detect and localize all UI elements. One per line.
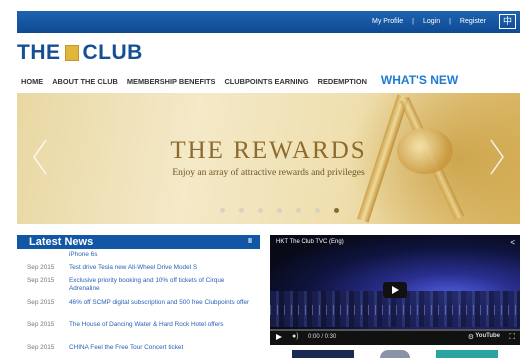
carousel-dot[interactable] <box>315 208 320 213</box>
news-date: Sep 2015 <box>27 299 55 306</box>
login-link[interactable]: Login <box>423 18 440 25</box>
nav-item-home[interactable]: HOME <box>21 77 43 86</box>
link-separator: | <box>449 18 451 25</box>
news-title-link[interactable]: Exclusive priority booking and 10% off t… <box>69 277 255 293</box>
news-title-link[interactable]: 46% off SCMP digital subscription and 50… <box>69 299 255 307</box>
news-date: Sep 2015 <box>27 321 55 328</box>
promo-thumbnail[interactable] <box>436 350 498 358</box>
chevron-left-icon[interactable] <box>31 138 49 176</box>
play-icon[interactable] <box>276 334 282 340</box>
news-item[interactable]: iPhone 6s <box>17 251 260 259</box>
my-profile-link[interactable]: My Profile <box>372 18 403 25</box>
youtube-logo[interactable]: YouTube <box>475 333 500 339</box>
banner-subtitle: Enjoy an array of attractive rewards and… <box>172 168 365 178</box>
carousel-dot[interactable] <box>296 208 301 213</box>
news-title-link[interactable]: iPhone 6s <box>69 251 255 259</box>
nav-item-membership-benefits[interactable]: MEMBERSHIP BENEFITS <box>127 77 216 86</box>
news-item[interactable]: Sep 2015 Test drive Tesla new All-Wheel … <box>17 264 260 272</box>
video-controls-bar: ●) 0:00 / 0:30 ⚙ YouTube ⛶ <box>270 329 520 345</box>
latest-news-header: Latest News II <box>17 235 260 249</box>
latest-news-panel: Latest News II iPhone 6s Sep 2015 Test d… <box>17 235 260 358</box>
news-title-link[interactable]: CHINA Feel the Free Tour Concert ticket <box>69 344 255 352</box>
logo-gold-box-icon <box>64 45 79 61</box>
play-button[interactable] <box>383 282 407 298</box>
register-link[interactable]: Register <box>460 18 486 25</box>
nav-item-about-the-club[interactable]: ABOUT THE CLUB <box>52 77 118 86</box>
news-date: Sep 2015 <box>27 264 55 271</box>
hero-banner[interactable]: THE REWARDS Enjoy an array of attractive… <box>17 93 520 224</box>
video-progress-bar[interactable] <box>270 329 520 331</box>
pause-icon[interactable]: II <box>248 238 252 245</box>
fullscreen-icon[interactable]: ⛶ <box>509 332 515 342</box>
nav-item-clubpoints-earning[interactable]: CLUBPOINTS EARNING <box>224 77 308 86</box>
logo-text-the: THE <box>17 41 61 64</box>
link-separator: | <box>412 18 414 25</box>
nav-item-redemption[interactable]: REDEMPTION <box>318 77 367 86</box>
promo-thumbnail[interactable] <box>380 350 410 358</box>
carousel-dot[interactable] <box>258 208 263 213</box>
news-title-link[interactable]: Test drive Tesla new All-Wheel Drive Mod… <box>69 264 255 272</box>
site-logo[interactable]: THE CLUB <box>17 41 143 65</box>
share-icon[interactable]: < <box>510 238 515 247</box>
carousel-dot[interactable] <box>277 208 282 213</box>
news-item[interactable]: Sep 2015 CHINA Feel the Free Tour Concer… <box>17 344 260 352</box>
news-item[interactable]: Sep 2015 The House of Dancing Water & Ha… <box>17 321 260 329</box>
banner-title: THE REWARDS <box>170 137 367 164</box>
account-links: My Profile | Login | Register <box>372 18 486 25</box>
language-toggle-button[interactable]: 中 <box>499 14 516 29</box>
video-thumbnail-lights <box>270 305 520 315</box>
news-title-link[interactable]: The House of Dancing Water & Hard Rock H… <box>69 321 255 329</box>
carousel-dot[interactable] <box>220 208 225 213</box>
chevron-right-icon[interactable] <box>488 138 506 176</box>
top-utility-bar: My Profile | Login | Register 中 <box>17 11 520 33</box>
news-date: Sep 2015 <box>27 277 55 284</box>
carousel-dot[interactable] <box>334 208 339 213</box>
news-item[interactable]: Sep 2015 Exclusive priority booking and … <box>17 277 260 293</box>
video-title[interactable]: HKT The Club TVC (Eng) <box>276 239 344 245</box>
news-item[interactable]: Sep 2015 46% off SCMP digital subscripti… <box>17 299 260 307</box>
latest-news-title: Latest News <box>29 236 94 248</box>
carousel-pagination <box>17 208 520 213</box>
volume-icon[interactable]: ●) <box>292 333 299 340</box>
nav-item-whats-new[interactable]: WHAT'S NEW <box>381 73 458 87</box>
video-player[interactable]: HKT The Club TVC (Eng) < ●) 0:00 / 0:30 … <box>270 235 520 345</box>
news-date: Sep 2015 <box>27 344 55 351</box>
video-time: 0:00 / 0:30 <box>308 334 337 340</box>
promo-thumbnail[interactable] <box>292 350 354 358</box>
main-navigation: HOME ABOUT THE CLUB MEMBERSHIP BENEFITS … <box>21 73 458 87</box>
news-date <box>17 251 69 259</box>
settings-gear-icon[interactable]: ⚙ <box>468 333 474 341</box>
logo-text-club: CLUB <box>82 41 143 64</box>
carousel-dot[interactable] <box>239 208 244 213</box>
